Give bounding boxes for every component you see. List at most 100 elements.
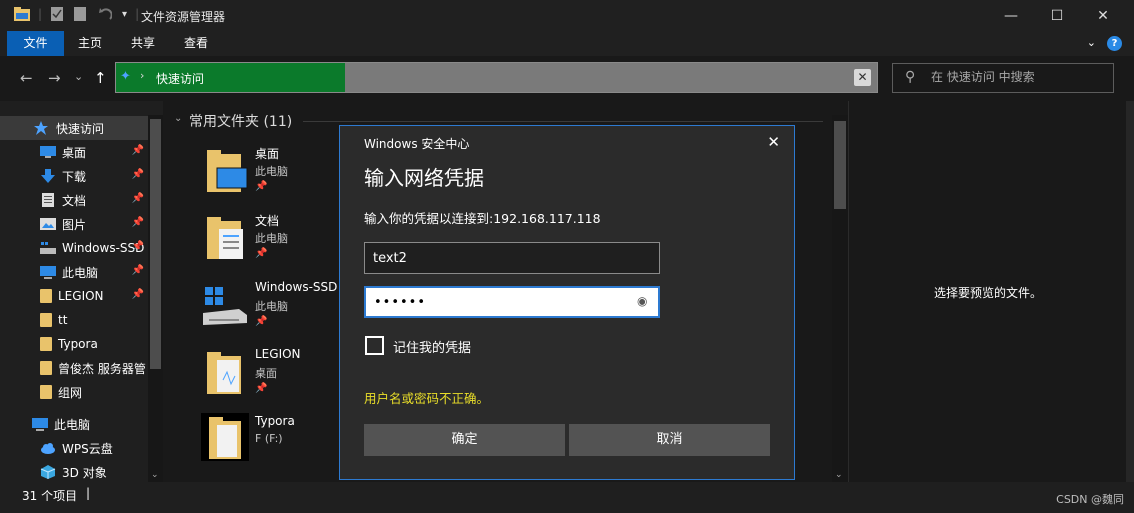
credentials-dialog: Windows 安全中心 ✕ 输入网络凭据 输入你的凭据以连接到:192.168… [339, 125, 795, 480]
folder-icon [40, 313, 52, 327]
dialog-heading: 输入网络凭据 [364, 166, 484, 190]
customize-toolbar-chevron-icon[interactable]: ▾ [122, 9, 127, 20]
desktop-icon [40, 145, 56, 159]
chevron-down-icon[interactable]: ⌄ [835, 470, 843, 480]
new-folder-icon[interactable] [74, 7, 90, 21]
tile-name: Typora [255, 414, 295, 428]
search-box[interactable]: ⚲ [892, 63, 1114, 93]
tab-view[interactable]: 查看 [172, 31, 220, 56]
sidebar-item-wps-cloud[interactable]: WPS云盘 [0, 436, 148, 460]
sidebar-item-typora[interactable]: Typora [0, 332, 148, 356]
tile-name: 文档 [255, 214, 280, 228]
chevron-down-icon[interactable]: ⌄ [151, 470, 159, 480]
preview-message: 选择要预览的文件。 [933, 286, 1042, 300]
sidebar-item-pictures[interactable]: 图片 📌 [0, 212, 148, 236]
ok-button[interactable]: 确定 [364, 424, 565, 456]
sidebar-item-this-pc[interactable]: 此电脑 📌 [0, 260, 148, 284]
forward-button[interactable]: → [48, 69, 61, 87]
folder-tile-desktop[interactable]: 桌面 此电脑 📌 [201, 144, 361, 208]
sidebar-item-3d-objects[interactable]: 3D 对象 [0, 460, 148, 484]
collapse-group-chevron-icon[interactable]: ⌄ [174, 113, 182, 124]
sidebar-item-label: 快速访问 [56, 121, 105, 136]
tab-home[interactable]: 主页 [66, 31, 114, 56]
window-title: 文件资源管理器 [141, 10, 226, 24]
address-highlight [116, 63, 345, 92]
sidebar-item-documents[interactable]: 文档 📌 [0, 188, 148, 212]
sidebar-item-tt[interactable]: tt [0, 308, 148, 332]
documents-icon [40, 193, 56, 207]
sidebar-item-downloads[interactable]: 下载 📌 [0, 164, 148, 188]
group-header[interactable]: 常用文件夹 (11) [189, 111, 292, 131]
recent-locations-button[interactable]: ⌄ [74, 70, 83, 83]
minimize-button[interactable]: — [988, 0, 1034, 31]
content-scrollbar[interactable]: ⌄ [832, 115, 848, 482]
folder-icon [40, 361, 52, 375]
sidebar-item-desktop[interactable]: 桌面 📌 [0, 140, 148, 164]
sidebar-scrollbar[interactable]: ⌄ [148, 115, 163, 482]
pin-icon[interactable]: 📌 [132, 265, 144, 276]
quick-access-star-icon: ✦ [120, 69, 131, 84]
search-input[interactable] [931, 70, 1101, 84]
pictures-icon [40, 217, 56, 231]
sidebar-item-label: 曾俊杰 服务器管 [58, 361, 146, 376]
password-field[interactable] [364, 286, 660, 318]
folder-tile-typora[interactable]: Typora F (F:) [201, 413, 361, 477]
up-button[interactable]: ↑ [94, 69, 107, 87]
3d-objects-icon [40, 465, 56, 479]
documents-folder-icon [201, 215, 249, 261]
clear-address-icon[interactable]: ✕ [854, 69, 871, 86]
explorer-folder-icon [14, 7, 30, 21]
pin-icon[interactable]: 📌 [132, 145, 144, 156]
pin-icon[interactable]: 📌 [132, 241, 144, 252]
folder-tile-windows-ssd[interactable]: Windows-SSD 此电脑 📌 [201, 279, 361, 343]
ribbon-tabs: 文件 主页 共享 查看 ⌄ ? [0, 31, 1134, 56]
computer-icon [32, 417, 48, 431]
pin-icon: 📌 [255, 316, 268, 327]
close-button[interactable]: ✕ [1080, 0, 1126, 31]
pin-icon[interactable]: 📌 [132, 217, 144, 228]
sidebar-item-legion[interactable]: LEGION 📌 [0, 284, 148, 308]
maximize-button[interactable]: ☐ [1034, 0, 1080, 31]
pin-icon[interactable]: 📌 [132, 193, 144, 204]
tile-location: 此电脑 [255, 165, 288, 178]
remember-credentials-label[interactable]: 记住我的凭据 [393, 337, 471, 356]
remember-credentials-checkbox[interactable] [365, 336, 384, 355]
reveal-password-eye-icon[interactable]: ◉ [637, 294, 647, 308]
sidebar-item-network-group[interactable]: 组网 [0, 380, 148, 404]
back-button[interactable]: ← [20, 69, 33, 87]
sidebar-item-this-pc-root[interactable]: 此电脑 [0, 412, 148, 436]
properties-icon[interactable] [50, 7, 66, 21]
breadcrumb-separator-icon[interactable]: › [140, 69, 144, 82]
pin-icon[interactable]: 📌 [132, 169, 144, 180]
sidebar-item-label: 3D 对象 [62, 465, 107, 480]
tab-file[interactable]: 文件 [7, 31, 64, 56]
tile-name: LEGION [255, 347, 301, 361]
pin-icon[interactable]: 📌 [132, 289, 144, 300]
scrollbar-thumb[interactable] [150, 119, 161, 369]
sidebar-item-server[interactable]: 曾俊杰 服务器管 [0, 356, 148, 380]
sidebar-item-label: tt [58, 313, 68, 327]
breadcrumb[interactable]: 快速访问 [156, 70, 204, 87]
tile-name: Windows-SSD [255, 280, 338, 294]
scrollbar-thumb[interactable] [834, 121, 846, 209]
cancel-button[interactable]: 取消 [569, 424, 770, 456]
undo-icon[interactable] [98, 7, 114, 21]
help-icon[interactable]: ? [1107, 36, 1122, 51]
close-icon[interactable]: ✕ [767, 133, 780, 151]
folder-tile-legion[interactable]: LEGION 桌面 📌 [201, 346, 361, 410]
drive-icon [201, 283, 249, 329]
dialog-title: Windows 安全中心 [364, 137, 470, 151]
sidebar-item-quick-access[interactable]: 快速访问 [0, 116, 148, 140]
sidebar-item-windows-ssd[interactable]: Windows-SSD 📌 [0, 236, 148, 260]
expand-ribbon-chevron-icon[interactable]: ⌄ [1087, 36, 1096, 49]
address-bar[interactable]: ✦ › 快速访问 ✕ [115, 62, 878, 93]
item-count: 31 个项目 [22, 489, 78, 503]
watermark: CSDN @魏同 [1056, 493, 1124, 506]
folder-icon [40, 289, 52, 303]
tab-share[interactable]: 共享 [119, 31, 167, 56]
folder-tile-documents[interactable]: 文档 此电脑 📌 [201, 211, 361, 275]
pin-icon: 📌 [255, 181, 268, 192]
download-icon [40, 169, 56, 183]
error-message: 用户名或密码不正确。 [364, 391, 490, 406]
username-field[interactable] [364, 242, 660, 274]
